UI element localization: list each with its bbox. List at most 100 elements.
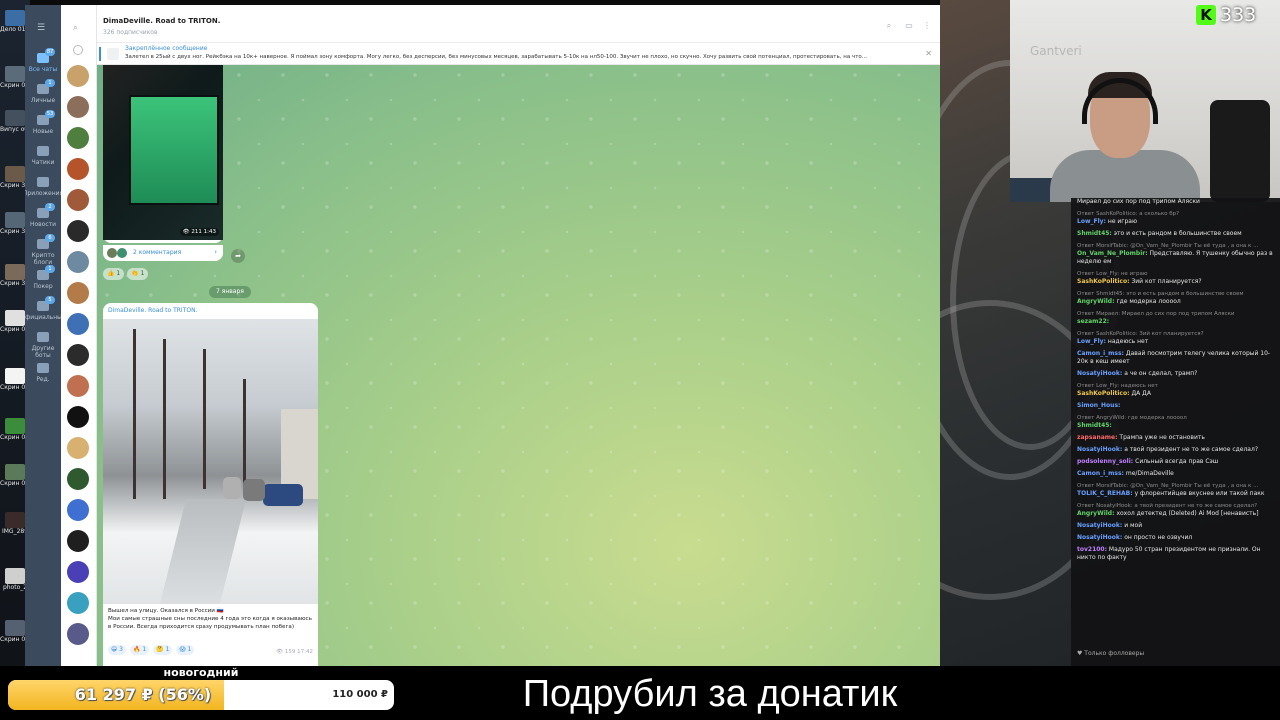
reply-context: Ответ MorsifTabic: @On_Vam_Ne_Plombir Ты… bbox=[1077, 243, 1259, 249]
post-photo[interactable] bbox=[103, 319, 318, 604]
chat-avatar[interactable] bbox=[67, 158, 89, 180]
folder-item[interactable]: 1 Покер bbox=[25, 265, 61, 290]
chat-message: Ответ MorsifTabic: @On_Vam_Ne_Plombir Ты… bbox=[1077, 482, 1275, 498]
chat-text: а че он сделал, трамп? bbox=[1124, 370, 1198, 377]
monitor-screen bbox=[129, 95, 219, 205]
chat-title[interactable]: DimaDeville. Road to TRITON. bbox=[103, 17, 220, 25]
folder-item[interactable]: 2 Новости bbox=[25, 203, 61, 228]
chat-username[interactable]: Shmidt45: bbox=[1077, 422, 1112, 429]
chat-username[interactable]: On_Vam_Ne_Plombir: bbox=[1077, 250, 1148, 257]
message-line: SashKoPolitico: Зий кот планируется? bbox=[1077, 278, 1275, 286]
folder-item[interactable]: 5 Официальные bbox=[25, 296, 66, 321]
chat-avatar[interactable] bbox=[67, 220, 89, 242]
stream-caption: Подрубил за донатик bbox=[522, 673, 898, 715]
chat-username[interactable]: NosatyiHook: bbox=[1077, 370, 1122, 377]
chat-avatar[interactable] bbox=[67, 313, 89, 335]
archive-icon[interactable] bbox=[73, 45, 83, 55]
chat-avatar[interactable] bbox=[67, 530, 89, 552]
folder-label: Все чаты bbox=[28, 66, 58, 73]
time: 1:43 bbox=[203, 229, 216, 235]
close-icon[interactable]: ✕ bbox=[925, 49, 932, 58]
post-photo[interactable]: 👁 211 1:43 bbox=[103, 65, 223, 240]
chat-username[interactable]: Camon_i_mss: bbox=[1077, 350, 1124, 357]
message-line: podsolenny_soli: Сильный всегда прав Сэш bbox=[1077, 458, 1275, 466]
stream-screen: Дело 01-0959_Скрин 06-01-2Випус объяснСк… bbox=[0, 0, 1280, 720]
chat-message: Shmidt45: это и есть рандом в большинств… bbox=[1077, 230, 1275, 238]
message-line: On_Vam_Ne_Plombir: Представляю. Я тушенк… bbox=[1077, 250, 1275, 266]
chat-avatar[interactable] bbox=[67, 189, 89, 211]
chat-username[interactable]: SashKoPolitico: bbox=[1077, 278, 1130, 285]
folder-item[interactable]: Чатики bbox=[25, 146, 61, 166]
folder-label: Новости bbox=[29, 221, 57, 228]
chat-username[interactable]: Low_Fly: bbox=[1077, 338, 1106, 345]
share-icon[interactable]: ➦ bbox=[231, 249, 245, 263]
post-channel[interactable]: DimaDeville. Road to TRITON. bbox=[108, 307, 197, 314]
chat-avatar[interactable] bbox=[67, 251, 89, 273]
chat-username[interactable]: Simon_Hous: bbox=[1077, 402, 1120, 409]
pinned-text: Залетел в 25ый с двух ног. Рейкбэка на 1… bbox=[125, 54, 868, 60]
chat-username[interactable]: AngryWild: bbox=[1077, 298, 1115, 305]
post-video[interactable]: 👁 211 1:43 bbox=[103, 65, 223, 243]
chat-username[interactable]: zapsaname: bbox=[1077, 434, 1118, 441]
chat-message: Ответ AngryWild: где модерка лоооол Shmid… bbox=[1077, 414, 1275, 430]
file-thumbnail-icon bbox=[5, 212, 25, 228]
reaction-chip[interactable]: 😱 1 bbox=[176, 645, 195, 655]
chat-avatar[interactable] bbox=[67, 499, 89, 521]
reply-context: Ответ Shmidt45: это и есть рандом в боль… bbox=[1077, 291, 1244, 297]
chat-avatar[interactable] bbox=[67, 437, 89, 459]
file-thumbnail-icon bbox=[5, 512, 25, 528]
chat-avatar[interactable] bbox=[67, 592, 89, 614]
pinned-message[interactable]: Закреплённое сообщение Залетел в 25ый с … bbox=[97, 43, 940, 65]
reaction-chip[interactable]: 🔥 1 bbox=[129, 645, 150, 655]
chat-username[interactable]: NosatyiHook: bbox=[1077, 446, 1122, 453]
chat-avatar[interactable] bbox=[67, 344, 89, 366]
folder-item[interactable]: Другие боты bbox=[25, 332, 61, 359]
folder-item[interactable]: 53 Новые bbox=[25, 110, 61, 135]
search-icon[interactable]: ⌕ bbox=[73, 23, 78, 33]
search-icon[interactable]: ⌕ bbox=[884, 21, 894, 31]
chat-avatar[interactable] bbox=[67, 127, 89, 149]
folder-sidebar: ☰ 87 Все чаты 1 Личные 53 Новые Чатики Приложен… bbox=[25, 5, 66, 666]
chat-avatar[interactable] bbox=[67, 406, 89, 428]
message-line: TOLIK_C_REHAB: у флорентийцев вкуснее ил… bbox=[1077, 490, 1275, 498]
reaction-chip[interactable]: 👏 1 bbox=[127, 268, 149, 280]
chat-username[interactable]: NosatyiHook: bbox=[1077, 534, 1122, 541]
donation-goal-bar: 61 297 ₽ (56%) 110 000 ₽ bbox=[8, 680, 394, 710]
chat-avatar[interactable] bbox=[67, 561, 89, 583]
views: 211 bbox=[191, 229, 202, 235]
chat-username[interactable]: NosatyiHook: bbox=[1077, 522, 1122, 529]
unread-badge: 87 bbox=[45, 48, 55, 56]
chat-avatar[interactable] bbox=[67, 468, 89, 490]
chat-avatar[interactable] bbox=[67, 282, 89, 304]
chat-username[interactable]: SashKoPolitico: bbox=[1077, 390, 1130, 397]
chat-avatar[interactable] bbox=[67, 375, 89, 397]
sidebar-toggle-icon[interactable]: ▭ bbox=[904, 21, 914, 31]
chat-username[interactable]: AngryWild: bbox=[1077, 510, 1115, 517]
reaction-chip[interactable]: 🤔 1 bbox=[153, 645, 173, 655]
reaction-chip[interactable]: 👍 1 bbox=[103, 268, 125, 280]
message-line: sezam22: bbox=[1077, 318, 1275, 326]
menu-icon[interactable]: ☰ bbox=[37, 23, 49, 33]
folder-item[interactable]: 6 Крипто блоги bbox=[25, 234, 61, 266]
chat-username[interactable]: TOLIK_C_REHAB: bbox=[1077, 490, 1133, 497]
chat-username[interactable]: tov2100: bbox=[1077, 546, 1107, 553]
chat-username[interactable]: podsolenny_soli: bbox=[1077, 458, 1133, 465]
car bbox=[263, 484, 303, 506]
chat-avatar[interactable] bbox=[67, 96, 89, 118]
chat-username[interactable]: Low_Fly: bbox=[1077, 218, 1106, 225]
views: 159 bbox=[284, 649, 296, 655]
post-photo-message[interactable]: DimaDeville. Road to TRITON. Вышел на ул… bbox=[103, 303, 318, 666]
folder-item[interactable]: Ред. bbox=[25, 363, 61, 383]
more-icon[interactable]: ⋮ bbox=[922, 21, 932, 31]
chat-username[interactable]: sezam22: bbox=[1077, 318, 1109, 325]
reaction-chip[interactable]: 😁 3 bbox=[108, 645, 126, 655]
comments-button[interactable]: 2 комментария › bbox=[103, 245, 223, 261]
folder-item[interactable]: 1 Личные bbox=[25, 79, 61, 104]
chat-avatar[interactable] bbox=[67, 623, 89, 645]
chat-avatar[interactable] bbox=[67, 65, 89, 87]
folder-item[interactable]: Приложения bbox=[25, 177, 63, 197]
chat-username[interactable]: Camon_i_mss: bbox=[1077, 470, 1124, 477]
chat-text: где модерка лоооол bbox=[1116, 298, 1181, 305]
folder-item[interactable]: 87 Все чаты bbox=[25, 48, 61, 73]
chat-username[interactable]: Shmidt45: bbox=[1077, 230, 1112, 237]
